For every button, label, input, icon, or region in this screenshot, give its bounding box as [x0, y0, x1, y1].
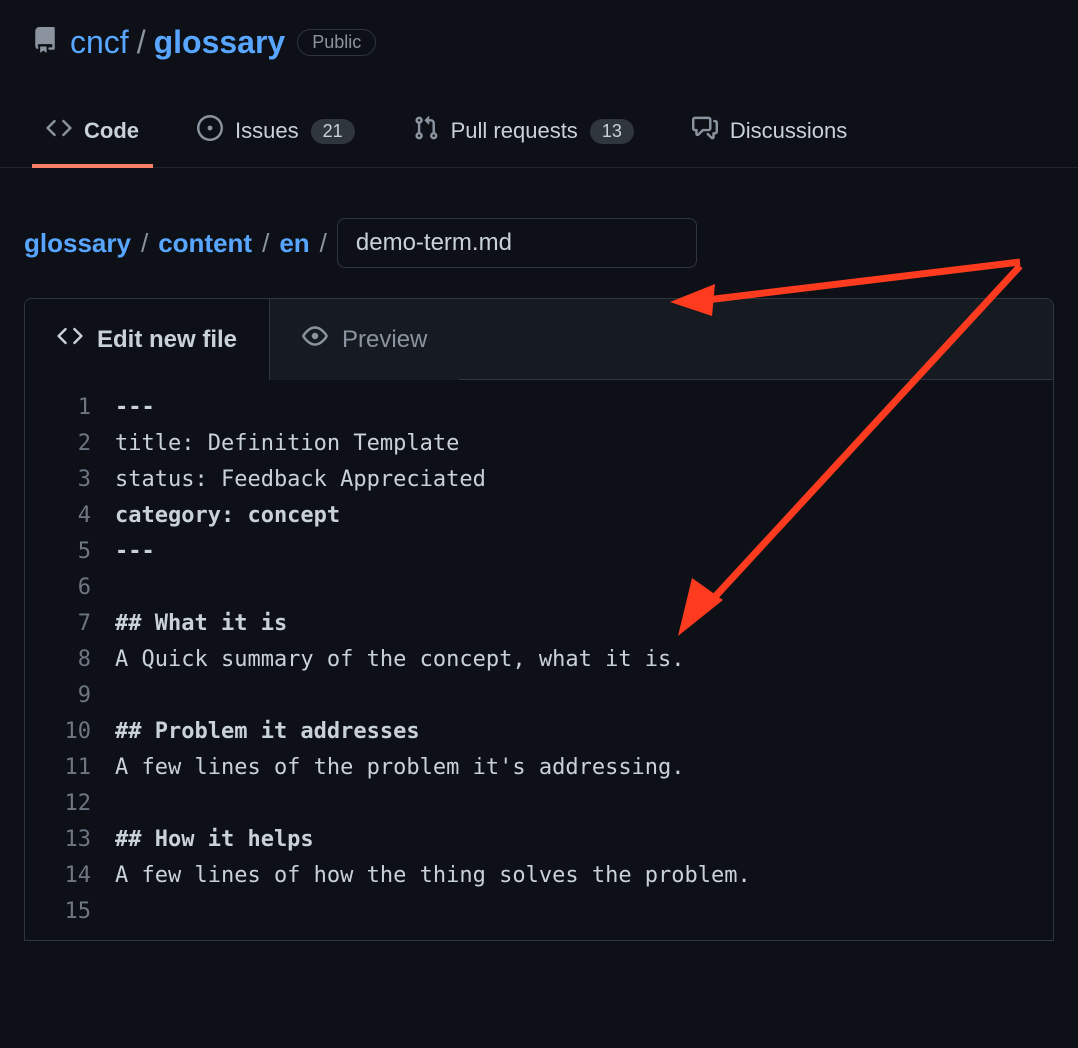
line-number: 1 — [25, 390, 115, 426]
tab-discussions-label: Discussions — [730, 118, 847, 144]
pulls-count: 13 — [590, 119, 634, 144]
repo-tab-nav: Code Issues 21 Pull requests 13 Discussi… — [0, 101, 1078, 168]
code-line: 9 — [25, 678, 1053, 714]
line-content: A few lines of how the thing solves the … — [115, 858, 751, 894]
tab-issues[interactable]: Issues 21 — [183, 101, 369, 167]
editor-tabs-spacer — [459, 299, 1053, 380]
code-line: 4category: concept — [25, 498, 1053, 534]
line-content: ## Problem it addresses — [115, 714, 420, 750]
code-line: 11A few lines of the problem it's addres… — [25, 750, 1053, 786]
line-content: status: Feedback Appreciated — [115, 462, 486, 498]
code-line: 2title: Definition Template — [25, 426, 1053, 462]
line-number: 14 — [25, 858, 115, 894]
code-line: 12 — [25, 786, 1053, 822]
filename-input[interactable] — [337, 218, 697, 268]
breadcrumb-root[interactable]: glossary — [24, 228, 131, 259]
visibility-badge: Public — [297, 29, 376, 56]
line-number: 5 — [25, 534, 115, 570]
breadcrumb-part-0[interactable]: content — [158, 228, 252, 259]
line-number: 11 — [25, 750, 115, 786]
breadcrumb: glossary / content / en / — [0, 168, 1078, 298]
line-content: A few lines of the problem it's addressi… — [115, 750, 685, 786]
line-content: category: concept — [115, 498, 340, 534]
repo-icon — [32, 27, 58, 58]
tab-code-label: Code — [84, 118, 139, 144]
line-number: 7 — [25, 606, 115, 642]
line-content: --- — [115, 534, 155, 570]
tab-pull-requests[interactable]: Pull requests 13 — [399, 101, 648, 167]
code-icon — [46, 115, 72, 147]
line-content: ## What it is — [115, 606, 287, 642]
issues-count: 21 — [311, 119, 355, 144]
tab-discussions[interactable]: Discussions — [678, 101, 861, 167]
code-line: 15 — [25, 894, 1053, 930]
line-number: 8 — [25, 642, 115, 678]
code-line: 1--- — [25, 390, 1053, 426]
line-number: 6 — [25, 570, 115, 606]
line-number: 3 — [25, 462, 115, 498]
editor-container: Edit new file Preview 1---2title: Defini… — [24, 298, 1054, 941]
breadcrumb-separator: / — [262, 228, 269, 259]
code-line: 10## Problem it addresses — [25, 714, 1053, 750]
repo-header: cncf / glossary Public — [0, 0, 1078, 61]
tab-code[interactable]: Code — [32, 101, 153, 167]
code-line: 3status: Feedback Appreciated — [25, 462, 1053, 498]
breadcrumb-part-1[interactable]: en — [279, 228, 309, 259]
editor-tab-edit[interactable]: Edit new file — [25, 299, 270, 380]
editor-tabs: Edit new file Preview — [25, 299, 1053, 380]
line-content: A Quick summary of the concept, what it … — [115, 642, 685, 678]
pull-request-icon — [413, 115, 439, 147]
discussions-icon — [692, 115, 718, 147]
path-separator: / — [137, 24, 146, 61]
line-content: --- — [115, 390, 155, 426]
eye-icon — [302, 323, 328, 356]
line-content: ## How it helps — [115, 822, 314, 858]
line-number: 15 — [25, 894, 115, 930]
code-editor[interactable]: 1---2title: Definition Template3status: … — [25, 380, 1053, 940]
line-number: 13 — [25, 822, 115, 858]
code-line: 13## How it helps — [25, 822, 1053, 858]
line-content: title: Definition Template — [115, 426, 459, 462]
line-number: 2 — [25, 426, 115, 462]
editor-tab-edit-label: Edit new file — [97, 326, 237, 354]
code-icon — [57, 323, 83, 356]
breadcrumb-separator: / — [141, 228, 148, 259]
repo-owner-link[interactable]: cncf — [70, 24, 129, 61]
editor-tab-preview-label: Preview — [342, 326, 427, 354]
issues-icon — [197, 115, 223, 147]
line-number: 4 — [25, 498, 115, 534]
code-line: 7## What it is — [25, 606, 1053, 642]
code-line: 6 — [25, 570, 1053, 606]
code-line: 8A Quick summary of the concept, what it… — [25, 642, 1053, 678]
line-number: 12 — [25, 786, 115, 822]
breadcrumb-separator: / — [320, 228, 327, 259]
tab-issues-label: Issues — [235, 118, 299, 144]
repo-path: cncf / glossary — [70, 24, 285, 61]
code-line: 5--- — [25, 534, 1053, 570]
code-line: 14A few lines of how the thing solves th… — [25, 858, 1053, 894]
editor-tab-preview[interactable]: Preview — [270, 299, 459, 380]
line-number: 9 — [25, 678, 115, 714]
line-number: 10 — [25, 714, 115, 750]
repo-name-link[interactable]: glossary — [154, 24, 286, 61]
tab-pulls-label: Pull requests — [451, 118, 578, 144]
